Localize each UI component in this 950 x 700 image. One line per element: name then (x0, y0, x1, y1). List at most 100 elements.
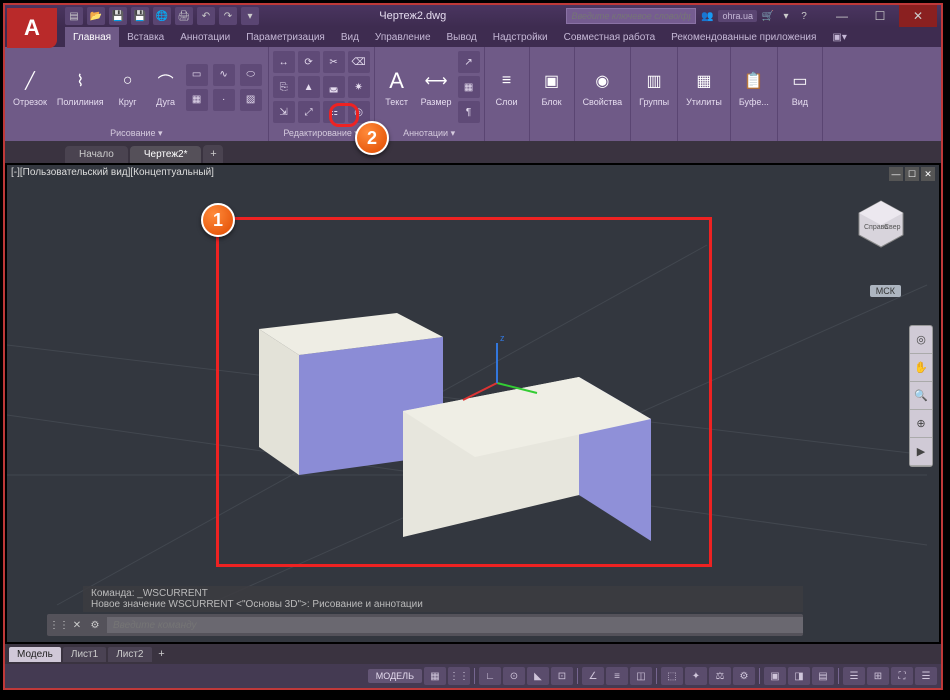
hatch-icon[interactable]: ▦ (186, 89, 208, 111)
properties-button[interactable]: ◉Свойства (579, 65, 627, 109)
rotate-icon[interactable]: ⟳ (298, 51, 320, 73)
new-icon[interactable]: ▤ (65, 7, 83, 25)
file-tab-add[interactable]: + (203, 145, 223, 163)
vp-close-icon[interactable]: ✕ (921, 167, 935, 181)
tab-view[interactable]: Вид (333, 27, 367, 47)
layout-add-button[interactable]: + (154, 648, 170, 660)
ucs-label[interactable]: МСК (870, 285, 901, 297)
tab-output[interactable]: Вывод (439, 27, 485, 47)
command-input[interactable] (107, 617, 803, 633)
status-model-label[interactable]: МОДЕЛЬ (368, 669, 422, 683)
signin-icon[interactable]: 👥 (700, 9, 714, 23)
close-button[interactable]: ✕ (899, 5, 937, 27)
file-tab-start[interactable]: Начало (65, 146, 128, 163)
snap-icon[interactable]: ⋮⋮ (448, 667, 470, 685)
web-icon[interactable]: 🌐 (153, 7, 171, 25)
vp-minimize-icon[interactable]: — (889, 167, 903, 181)
save-icon[interactable]: 💾 (109, 7, 127, 25)
app-menu-icon[interactable]: ▾ (779, 9, 793, 23)
minimize-button[interactable]: — (823, 5, 861, 27)
fullnav-icon[interactable]: ◎ (910, 326, 932, 354)
trim-icon[interactable]: ✂ (323, 51, 345, 73)
move-icon[interactable]: ↔ (273, 51, 295, 73)
annoscale-icon[interactable]: ⚖ (709, 667, 731, 685)
workspace-icon[interactable]: ⚙ (733, 667, 755, 685)
saveas-icon[interactable]: 💾 (131, 7, 149, 25)
copy-icon[interactable]: ⎘ (273, 76, 295, 98)
scale-icon[interactable]: ⤢ (298, 101, 320, 123)
spline-icon[interactable]: ∿ (213, 64, 235, 86)
showmotion-icon[interactable]: ▶ (910, 438, 932, 466)
annomonitor-icon[interactable]: ▣ (764, 667, 786, 685)
polyline-button[interactable]: ⌇Полилиния (53, 65, 108, 109)
leader-icon[interactable]: ↗ (458, 51, 480, 73)
tab-featured[interactable]: Рекомендованные приложения (663, 27, 824, 47)
help-icon[interactable]: ? (797, 9, 811, 23)
tab-annotate[interactable]: Аннотации (172, 27, 238, 47)
search-input[interactable] (566, 8, 696, 24)
undo-icon[interactable]: ↶ (197, 7, 215, 25)
zoom-icon[interactable]: 🔍 (910, 382, 932, 410)
gizmo-icon[interactable]: ✦ (685, 667, 707, 685)
lineweight-icon[interactable]: ≡ (606, 667, 628, 685)
tab-insert[interactable]: Вставка (119, 27, 172, 47)
pan-icon[interactable]: ✋ (910, 354, 932, 382)
stretch-icon[interactable]: ⇲ (273, 101, 295, 123)
layout-tab-sheet1[interactable]: Лист1 (63, 647, 106, 662)
viewcube[interactable]: Справа Свер (853, 195, 909, 251)
line-button[interactable]: ╱Отрезок (9, 65, 51, 109)
utilities-button[interactable]: ▦Утилиты (682, 65, 726, 109)
erase-icon[interactable]: ⌫ (348, 51, 370, 73)
arc-button[interactable]: ⌒Дуга (148, 65, 184, 109)
isolate-icon[interactable]: ☰ (843, 667, 865, 685)
point-icon[interactable]: · (213, 89, 235, 111)
orbit-icon[interactable]: ⊕ (910, 410, 932, 438)
cart-icon[interactable]: 🛒 (761, 9, 775, 23)
layout-tab-sheet2[interactable]: Лист2 (108, 647, 151, 662)
panel-anno-label[interactable]: Аннотации ▾ (379, 125, 480, 141)
app-logo[interactable]: A (7, 8, 57, 48)
circle-button[interactable]: ○Круг (110, 65, 146, 109)
region-icon[interactable]: ▨ (240, 89, 262, 111)
layers-button[interactable]: ≡Слои (489, 65, 525, 109)
drawing-viewport[interactable]: [-][Пользовательский вид][Концептуальный… (7, 165, 939, 642)
rect-icon[interactable]: ▭ (186, 64, 208, 86)
clipboard-button[interactable]: 📋Буфе... (735, 65, 773, 109)
tab-home[interactable]: Главная (65, 27, 119, 47)
grid-icon[interactable]: ▦ (424, 667, 446, 685)
otrack-icon[interactable]: ∠ (582, 667, 604, 685)
maximize-button[interactable]: ☐ (861, 5, 899, 27)
text-button[interactable]: AТекст (379, 65, 415, 109)
view-button[interactable]: ▭Вид (782, 65, 818, 109)
fillet-icon[interactable]: ◛ (323, 76, 345, 98)
cmd-handle-icon[interactable]: ⋮⋮ (51, 617, 67, 633)
cmd-options-icon[interactable]: ⚙ (87, 617, 103, 633)
layout-tab-model[interactable]: Модель (9, 647, 61, 662)
open-icon[interactable]: 📂 (87, 7, 105, 25)
dimension-button[interactable]: ⟷Размер (417, 65, 456, 109)
ortho-icon[interactable]: ∟ (479, 667, 501, 685)
plot-icon[interactable]: 🖨 (175, 7, 193, 25)
customize-icon[interactable]: ☰ (915, 667, 937, 685)
tab-collaborate[interactable]: Совместная работа (556, 27, 664, 47)
ellipse-icon[interactable]: ⬭ (240, 64, 262, 86)
groups-button[interactable]: ▥Группы (635, 65, 673, 109)
qat-more-icon[interactable]: ▾ (241, 7, 259, 25)
osnap-icon[interactable]: ⊡ (551, 667, 573, 685)
mirror-icon[interactable]: ▲ (298, 76, 320, 98)
user-name[interactable]: ohra.ua (718, 10, 757, 22)
panel-draw-label[interactable]: Рисование ▾ (9, 125, 264, 141)
tab-parametric[interactable]: Параметризация (238, 27, 333, 47)
block-button[interactable]: ▣Блок (534, 65, 570, 109)
file-tab-active[interactable]: Чертеж2* (130, 146, 202, 163)
cmd-close-icon[interactable]: ✕ (69, 617, 85, 633)
viewport-label[interactable]: [-][Пользовательский вид][Концептуальный… (11, 167, 214, 178)
cleanscreen-icon[interactable]: ⛶ (891, 667, 913, 685)
tab-expand-icon[interactable]: ▣▾ (824, 27, 854, 47)
hardware-icon[interactable]: ⊞ (867, 667, 889, 685)
explode-icon[interactable]: ✷ (348, 76, 370, 98)
tab-addins[interactable]: Надстройки (485, 27, 556, 47)
mtext-icon[interactable]: ¶ (458, 101, 480, 123)
quickprops-icon[interactable]: ▤ (812, 667, 834, 685)
isodraft-icon[interactable]: ◣ (527, 667, 549, 685)
